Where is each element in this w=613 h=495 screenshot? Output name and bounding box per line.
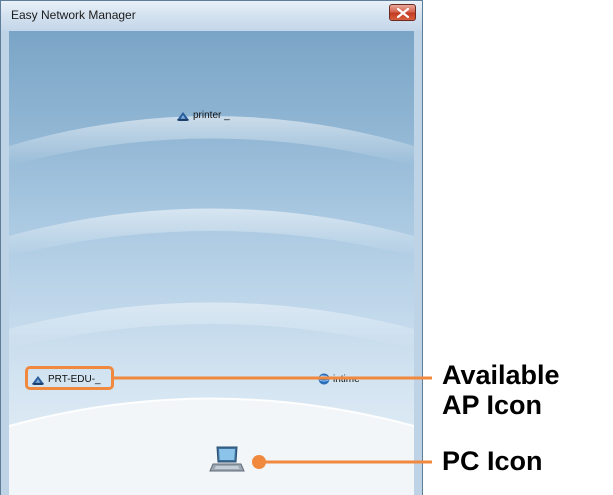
callout-lines	[114, 376, 432, 469]
callout-line: AP Icon	[442, 389, 543, 420]
screenshot-stage: Easy Network Manager printer _ PRT-EDU-_…	[0, 0, 613, 495]
pc-icon-callout-label: PC Icon	[442, 446, 543, 476]
callout-line: Available	[442, 360, 560, 390]
available-ap-callout-label: Available AP Icon	[442, 360, 560, 420]
